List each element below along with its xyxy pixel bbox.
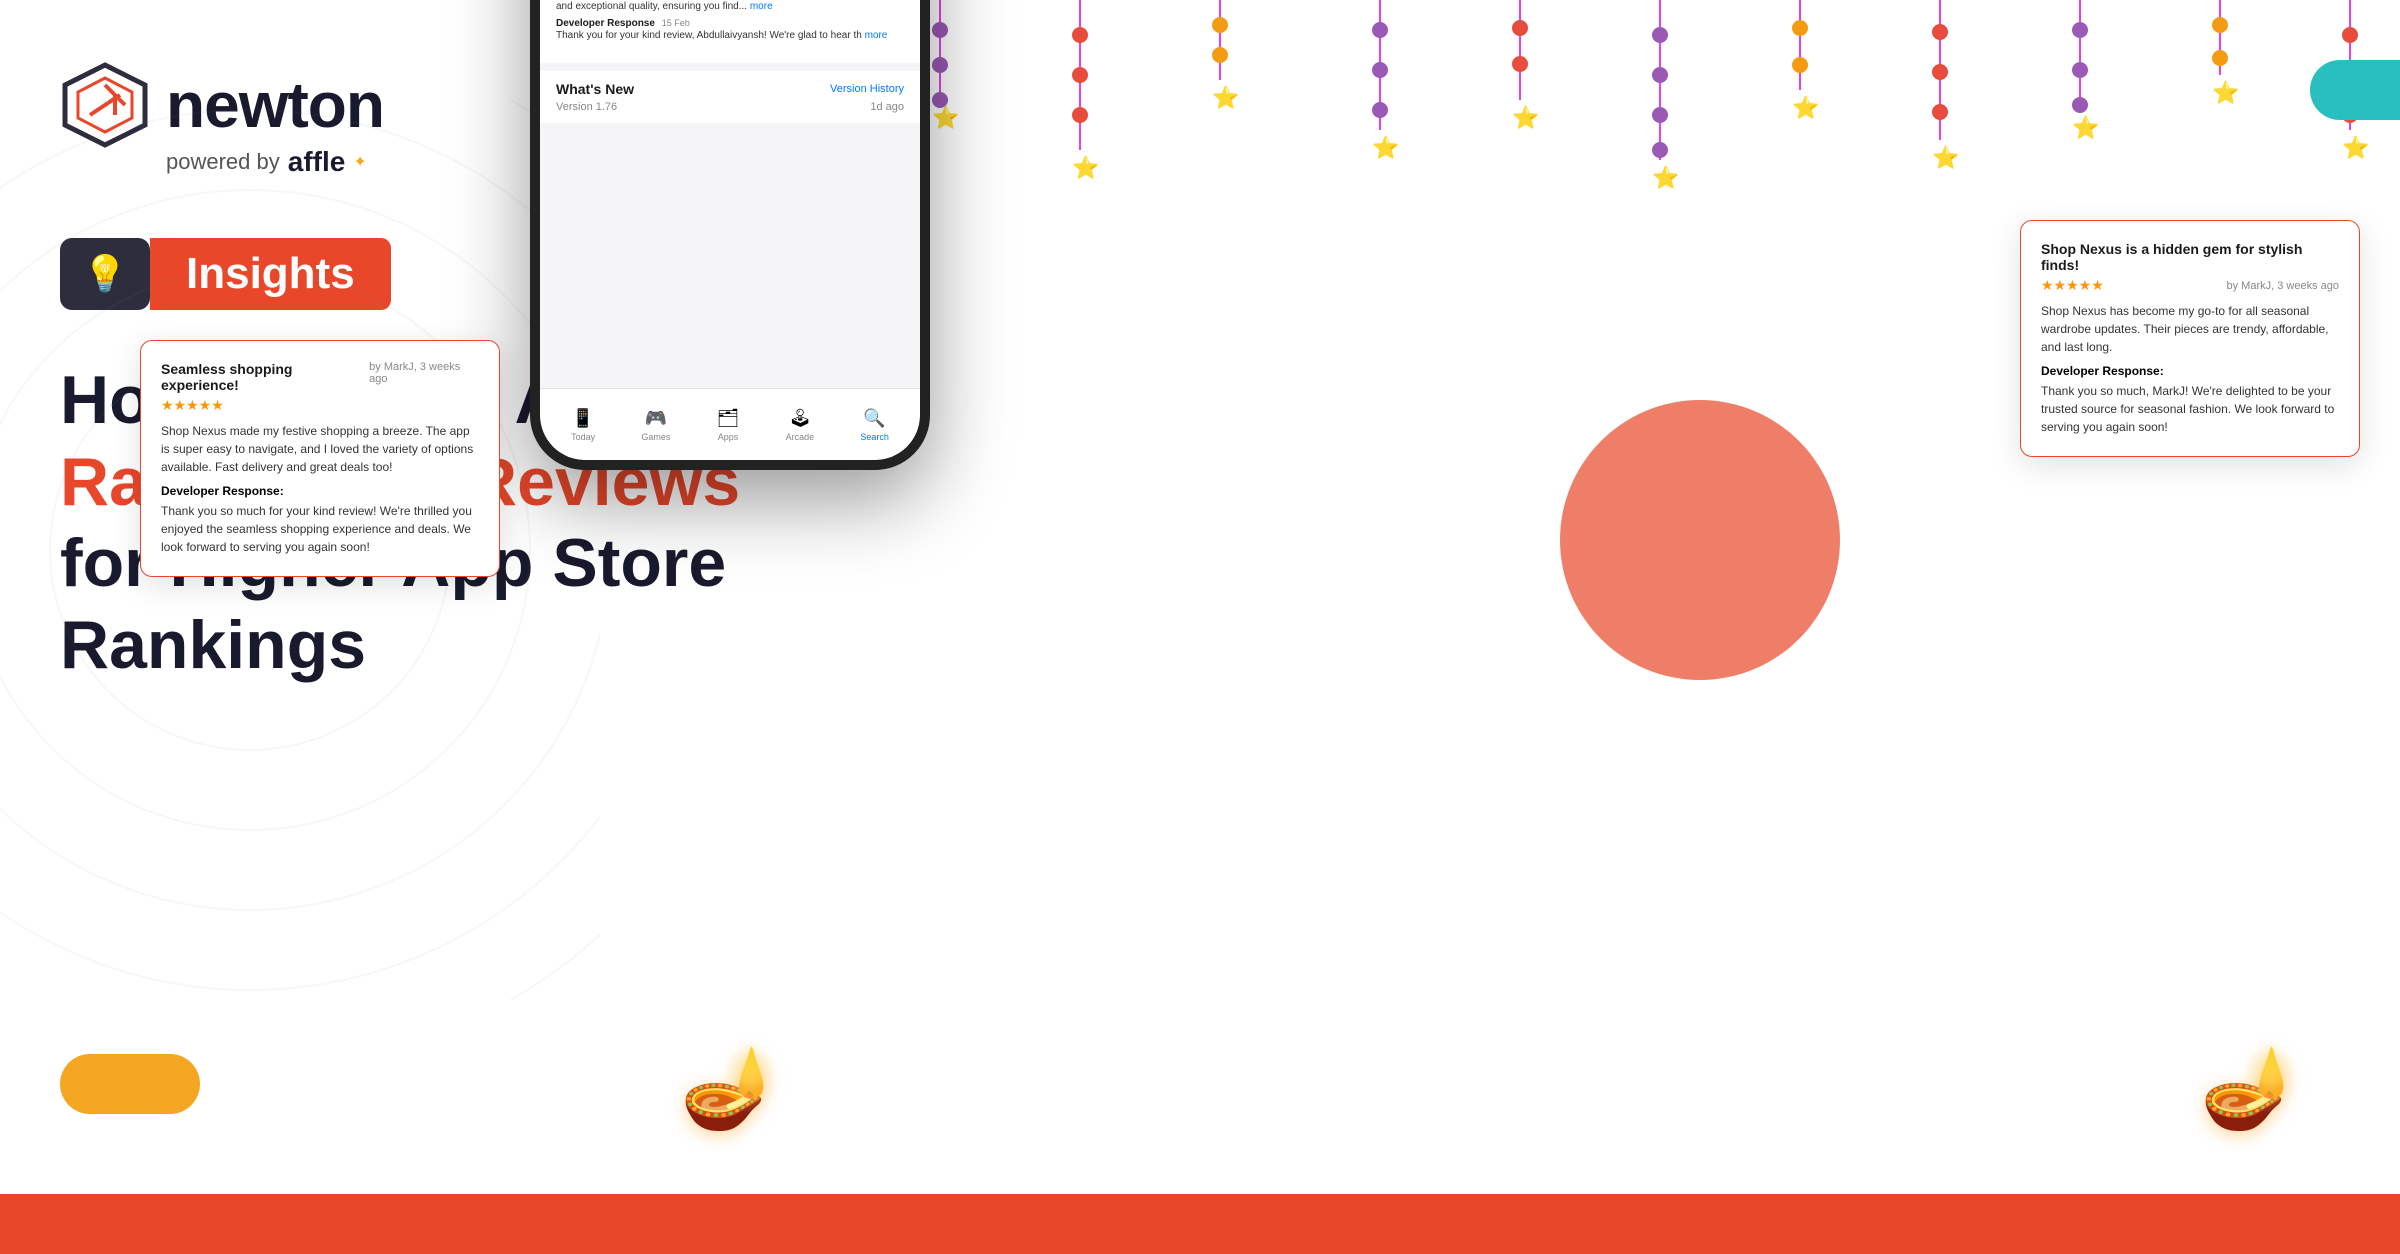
phone-mockup: 10:57 ▲▲▲ ◆ 85 ‹ Search Get: [530, 0, 930, 470]
heading-line4: Rankings: [60, 605, 760, 687]
phone-screen: 10:57 ▲▲▲ ◆ 85 ‹ Search Get: [540, 0, 920, 460]
apps-icon: 🗂: [717, 408, 740, 429]
red-circle-decoration: [1560, 400, 1840, 680]
insights-icon-box: 💡: [60, 238, 150, 310]
tab-arcade-label: Arcade: [786, 432, 815, 442]
card-left-dev-text: Thank you so much for your kind review! …: [161, 502, 479, 556]
svg-text:⭐: ⭐: [1072, 155, 1099, 180]
card-right-stars-row: ★★★★★ by MarkJ, 3 weeks ago: [2041, 277, 2339, 294]
card-right-stars: ★★★★★: [2041, 277, 2104, 294]
whats-new-section: What's New Version History Version 1.76 …: [540, 71, 920, 123]
svg-text:⭐: ⭐: [1652, 165, 1679, 190]
card-left-header: Seamless shopping experience! ★★★★★ by M…: [161, 361, 479, 414]
svg-text:⭐: ⭐: [1212, 85, 1239, 110]
arcade-icon: 🕹: [788, 408, 811, 429]
version-info-row: Version 1.76 1d ago: [556, 101, 904, 113]
tab-today[interactable]: 📱 Today: [571, 408, 595, 442]
insights-label: Insights: [150, 238, 391, 310]
tab-search[interactable]: 🔍 Search: [860, 408, 889, 442]
ratings-section: Ratings & Reviews See A 4.2• out of 5: [540, 0, 920, 63]
dev-response-date-1: 15 Feb: [662, 18, 690, 28]
card-left-body: Shop Nexus made my festive shopping a br…: [161, 422, 479, 476]
review-1-body: Their curated collections offer trendy, …: [556, 0, 904, 14]
card-left-title: Seamless shopping experience!: [161, 361, 369, 393]
version-number: Version 1.76: [556, 101, 617, 113]
page-wrapper: ⭐ ⭐ ⭐ ⭐ ⭐ ⭐ ⭐: [0, 0, 2400, 1254]
affle-brand: affle: [288, 146, 346, 178]
tab-apps-label: Apps: [718, 432, 739, 442]
card-right-meta: by MarkJ, 3 weeks ago: [2227, 280, 2340, 292]
svg-text:⭐: ⭐: [1932, 145, 1959, 170]
card-left-stars: ★★★★★: [161, 397, 369, 414]
svg-text:⭐: ⭐: [2212, 80, 2239, 105]
card-left-dev-label: Developer Response:: [161, 484, 479, 498]
search-icon: 🔍: [863, 408, 885, 429]
diya-left: 🪔: [680, 1040, 780, 1134]
dev-response-text-1: Thank you for your kind review, Abdullai…: [556, 29, 904, 43]
newton-logo-icon: [60, 60, 150, 150]
version-history-link[interactable]: Version History: [830, 83, 904, 95]
svg-text:⭐: ⭐: [932, 105, 959, 130]
tab-today-label: Today: [571, 432, 595, 442]
games-icon: 🎮: [645, 408, 667, 429]
diya-right: 🪔: [2200, 1040, 2300, 1134]
review-item-1: ★★★★★ Shop Nexus is my go-to for stylish…: [556, 0, 904, 51]
teal-button[interactable]: [2310, 60, 2400, 120]
card-right-title-area: Shop Nexus is a hidden gem for stylish f…: [2041, 241, 2339, 294]
whats-new-title: What's New: [556, 81, 634, 97]
card-right-dev-text: Thank you so much, MarkJ! We're delighte…: [2041, 382, 2339, 436]
review-1-more[interactable]: more: [750, 1, 773, 12]
dev-more-1[interactable]: more: [865, 30, 888, 41]
card-right-title: Shop Nexus is a hidden gem for stylish f…: [2041, 241, 2339, 273]
svg-text:⭐: ⭐: [1512, 105, 1539, 130]
svg-text:⭐: ⭐: [1792, 95, 1819, 120]
tab-games-label: Games: [641, 432, 670, 442]
tab-games[interactable]: 🎮 Games: [641, 408, 670, 442]
tab-apps[interactable]: 🗂 Apps: [717, 408, 740, 442]
svg-text:⭐: ⭐: [1372, 135, 1399, 160]
bottom-bar: [0, 1194, 2400, 1254]
insights-badge: 💡 Insights: [60, 238, 391, 310]
card-right-header: Shop Nexus is a hidden gem for stylish f…: [2041, 241, 2339, 294]
powered-by-text: powered by: [166, 149, 280, 175]
whats-new-header: What's New Version History: [556, 81, 904, 97]
bulb-icon: 💡: [83, 253, 128, 295]
floating-card-right: Shop Nexus is a hidden gem for stylish f…: [2020, 220, 2360, 457]
card-left-title-area: Seamless shopping experience! ★★★★★: [161, 361, 369, 414]
tab-arcade[interactable]: 🕹 Arcade: [786, 408, 815, 442]
tab-search-label: Search: [860, 432, 889, 442]
floating-card-left: Seamless shopping experience! ★★★★★ by M…: [140, 340, 500, 577]
brand-name: newton: [166, 68, 384, 142]
card-right-dev-label: Developer Response:: [2041, 364, 2339, 378]
svg-text:⭐: ⭐: [2342, 135, 2369, 160]
version-date: 1d ago: [870, 101, 904, 113]
svg-text:⭐: ⭐: [2072, 115, 2099, 140]
dev-response-label-1: Developer Response 15 Feb: [556, 18, 904, 29]
yellow-pill-decoration: [60, 1054, 200, 1114]
affle-star: ✦: [353, 152, 366, 172]
card-right-body: Shop Nexus has become my go-to for all s…: [2041, 302, 2339, 356]
tab-bar: 📱 Today 🎮 Games 🗂 Apps 🕹 Arcade: [540, 388, 920, 460]
card-left-meta: by MarkJ, 3 weeks ago: [369, 361, 479, 385]
today-icon: 📱: [572, 408, 594, 429]
